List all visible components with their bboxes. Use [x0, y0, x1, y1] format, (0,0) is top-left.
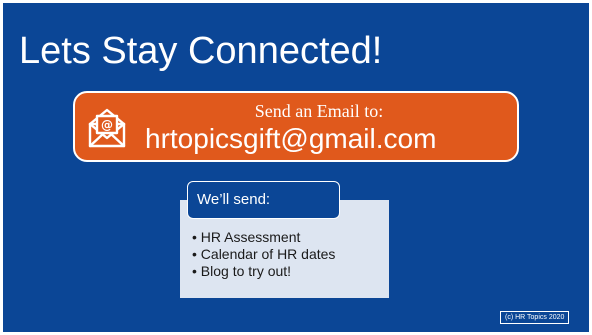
list-item: HR Assessment: [192, 229, 335, 246]
slide-title: Lets Stay Connected!: [19, 30, 383, 72]
slide: Lets Stay Connected! @ Send an Email to:…: [3, 3, 589, 332]
list-heading: We’ll send:: [187, 181, 340, 219]
deliverables-list: HR Assessment Calendar of HR dates Blog …: [192, 229, 336, 280]
email-address-link[interactable]: hrtopicsgift@gmail.com: [145, 123, 436, 155]
send-email-label: Send an Email to:: [254, 101, 384, 121]
envelope-at-icon: @: [87, 107, 127, 149]
copyright-notice: (c) HR Topics 2020: [500, 311, 570, 324]
email-callout: @ Send an Email to: hrtopicsgift@gmail.c…: [73, 91, 519, 162]
list-item: Calendar of HR dates: [192, 246, 336, 263]
svg-text:@: @: [101, 118, 113, 132]
list-item: Blog to try out!: [192, 263, 335, 280]
